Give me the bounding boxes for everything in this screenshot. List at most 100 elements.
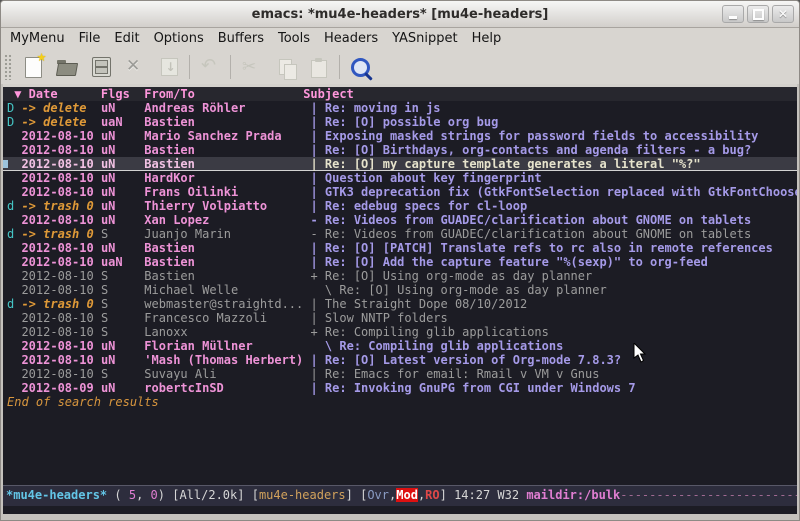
modeline-segment: ---------------------------------------- — [620, 488, 797, 502]
row-flags: S — [101, 297, 144, 311]
row-subject: | Re: edebug specs for cl-loop — [310, 199, 527, 213]
message-row[interactable]: 2012-08-10 uN HardKor | Question about k… — [3, 171, 797, 185]
save-buffer-button[interactable] — [84, 52, 118, 82]
modeline-segment: 5 — [129, 488, 136, 502]
message-row[interactable]: 2012-08-10 S Lanoxx + Re: Compiling glib… — [3, 325, 797, 339]
row-subject: | Re: Emacs for email: Rmail v VM v Gnus — [310, 367, 599, 381]
message-row[interactable]: d -> trash 0 uN Thierry Volpiatto | Re: … — [3, 199, 797, 213]
row-date: 2012-08-10 — [21, 143, 100, 157]
message-row[interactable]: d -> trash 0 S webmaster@straightd... | … — [3, 297, 797, 311]
row-subject: | Re: [O] [PATCH] Translate refs to rc a… — [310, 241, 772, 255]
copy-icon — [279, 59, 292, 75]
modeline-segment: mu4e-headers — [259, 488, 346, 502]
menu-edit[interactable]: Edit — [107, 28, 146, 50]
row-flags: S — [101, 283, 144, 297]
new-file-button[interactable] — [16, 52, 50, 82]
row-mark — [7, 241, 21, 255]
open-file-button[interactable] — [50, 52, 84, 82]
message-row[interactable]: D -> delete uaN Bastien | Re: [O] possib… — [3, 115, 797, 129]
message-row[interactable]: 2012-08-10 uN Xan Lopez - Re: Videos fro… — [3, 213, 797, 227]
row-from: Florian Müllner — [144, 339, 310, 353]
message-row[interactable]: 2012-08-10 S Francesco Mazzoli | Slow NN… — [3, 311, 797, 325]
menu-buffers[interactable]: Buffers — [211, 28, 271, 50]
row-mark: d — [7, 227, 21, 241]
row-from: HardKor — [144, 171, 310, 185]
row-date: 2012-08-10 — [21, 283, 100, 297]
paste-button — [302, 52, 336, 82]
menu-options[interactable]: Options — [147, 28, 211, 50]
row-flags: uN — [101, 199, 144, 213]
message-row[interactable]: 2012-08-10 uaN Bastien | Re: [O] Add the… — [3, 255, 797, 269]
menu-bar: MyMenuFileEditOptionsBuffersToolsHeaders… — [1, 28, 799, 50]
row-mark: D — [7, 101, 21, 115]
minimize-button[interactable] — [722, 5, 744, 23]
message-row[interactable]: 2012-08-10 S Suvayu Ali | Re: Emacs for … — [3, 367, 797, 381]
row-subject: + Re: Compiling glib applications — [310, 325, 548, 339]
modeline-segment: Ovr — [367, 488, 389, 502]
row-flags: uN — [101, 213, 144, 227]
row-mark — [7, 367, 21, 381]
row-from: Andreas Röhler — [144, 101, 310, 115]
menu-help[interactable]: Help — [465, 28, 509, 50]
menu-file[interactable]: File — [72, 28, 108, 50]
window-controls: ✕ — [722, 5, 794, 23]
row-subject: | Question about key fingerprint — [310, 171, 541, 185]
row-date: -> delete — [21, 115, 100, 129]
modeline-segment: 14:27 W32 — [454, 488, 526, 502]
end-of-search-results: End of search results — [3, 395, 797, 409]
row-flags: uN — [101, 381, 144, 395]
row-subject: | Re: moving in js — [310, 101, 440, 115]
message-row[interactable]: 2012-08-10 S Bastien + Re: [O] Using org… — [3, 269, 797, 283]
message-row[interactable]: 2012-08-10 uN Bastien | Re: [O] my captu… — [3, 157, 797, 171]
modeline-segment: , — [136, 488, 150, 502]
message-row[interactable]: d -> trash 0 S Juanjo Marin - Re: Videos… — [3, 227, 797, 241]
open-icon — [57, 60, 77, 75]
modeline-segment: ( — [107, 488, 129, 502]
message-row[interactable]: 2012-08-10 uN 'Mash (Thomas Herbert) | R… — [3, 353, 797, 367]
row-flags: uN — [101, 157, 144, 171]
toolbar-separator — [230, 55, 231, 79]
close-buffer-button[interactable] — [118, 52, 152, 82]
row-mark — [7, 381, 21, 395]
message-row[interactable]: 2012-08-10 uN Frans Oilinki | GTK3 depre… — [3, 185, 797, 199]
menu-tools[interactable]: Tools — [271, 28, 317, 50]
row-subject: | The Straight Dope 08/10/2012 — [310, 297, 527, 311]
window-title: emacs: *mu4e-headers* [mu4e-headers] — [252, 7, 549, 22]
row-mark — [7, 213, 21, 227]
toolbar-drag-handle[interactable] — [4, 54, 12, 80]
message-row[interactable]: 2012-08-10 uN Mario Sanchez Prada | Expo… — [3, 129, 797, 143]
message-row[interactable]: 2012-08-10 S Michael Welle \ Re: [O] Usi… — [3, 283, 797, 297]
message-row[interactable]: D -> delete uN Andreas Röhler | Re: movi… — [3, 101, 797, 115]
row-from: Bastien — [144, 157, 310, 171]
menu-yasnippet[interactable]: YASnippet — [385, 28, 465, 50]
row-flags: uN — [101, 171, 144, 185]
echo-area[interactable] — [3, 506, 797, 514]
save-icon — [92, 57, 111, 77]
row-flags: uN — [101, 241, 144, 255]
message-row[interactable]: 2012-08-09 uN robertcInSD | Re: Invoking… — [3, 381, 797, 395]
paste-icon — [311, 60, 327, 78]
row-date: 2012-08-10 — [21, 241, 100, 255]
row-flags: S — [101, 311, 144, 325]
row-mark — [7, 269, 21, 283]
close-button[interactable]: ✕ — [772, 5, 794, 23]
row-date: 2012-08-10 — [21, 129, 100, 143]
search-button[interactable] — [343, 52, 377, 82]
row-subject: \ Re: [O] Using org-mode as day planner — [310, 283, 606, 297]
maximize-button[interactable] — [747, 5, 769, 23]
row-date: 2012-08-10 — [21, 325, 100, 339]
row-from: Bastien — [144, 269, 310, 283]
headers-column-header[interactable]: ▼ Date Flgs From/To Subject — [3, 87, 797, 101]
copy-button — [268, 52, 302, 82]
mode-line[interactable]: *mu4e-headers* ( 5, 0) [All/2.0k] [mu4e-… — [3, 485, 797, 506]
message-row[interactable]: 2012-08-10 uN Bastien | Re: [O] Birthday… — [3, 143, 797, 157]
row-date: 2012-08-10 — [21, 269, 100, 283]
row-from: robertcInSD — [144, 381, 310, 395]
newfile-icon — [25, 57, 42, 78]
menu-headers[interactable]: Headers — [317, 28, 385, 50]
message-row[interactable]: 2012-08-10 uN Florian Müllner \ Re: Comp… — [3, 339, 797, 353]
row-flags: S — [101, 367, 144, 381]
menu-mymenu[interactable]: MyMenu — [3, 28, 72, 50]
undo-icon — [200, 57, 220, 77]
message-row[interactable]: 2012-08-10 uN Bastien | Re: [O] [PATCH] … — [3, 241, 797, 255]
